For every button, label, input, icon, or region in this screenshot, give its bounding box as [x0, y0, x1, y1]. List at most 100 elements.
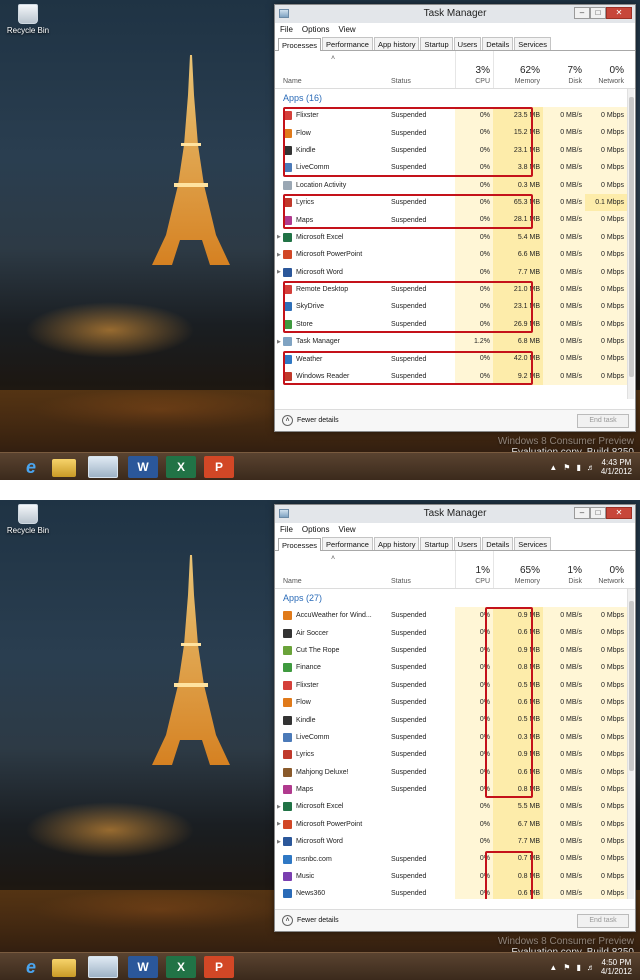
menu-options[interactable]: Options	[302, 23, 330, 37]
fewer-details-button[interactable]: ˄ Fewer details	[282, 915, 339, 926]
process-row[interactable]: ▶ Microsoft Excel 0% 5.4 MB 0 MB/s 0 Mbps	[275, 228, 635, 247]
word-icon[interactable]: W	[128, 456, 158, 478]
process-row[interactable]: ▶ Task Manager 1.2% 6.8 MB 0 MB/s 0 Mbps	[275, 333, 635, 351]
header-net[interactable]: 0% Network	[585, 551, 627, 588]
clock[interactable]: 4:43 PM 4/1/2012	[601, 458, 632, 476]
expand-arrow-icon[interactable]: ▶	[277, 339, 281, 345]
expand-arrow-icon[interactable]: ▶	[277, 234, 281, 240]
process-row[interactable]: Location Activity 0% 0.3 MB 0 MB/s 0 Mbps	[275, 176, 635, 194]
recycle-bin-icon[interactable]: Recycle Bin	[6, 504, 50, 535]
header-cpu[interactable]: 3% CPU	[455, 51, 493, 88]
process-row[interactable]: SkyDrive Suspended 0% 23.1 MB 0 MB/s 0 Mbps	[275, 298, 635, 316]
tab-startup[interactable]: Startup	[420, 37, 453, 50]
tab-users[interactable]: Users	[453, 537, 482, 550]
network-icon[interactable]: ▮	[576, 463, 580, 472]
vertical-scrollbar[interactable]	[627, 589, 634, 899]
tab-startup[interactable]: Startup	[420, 537, 453, 550]
apps-group-header[interactable]: Apps (16)	[275, 89, 635, 107]
process-row[interactable]: Flixster Suspended 0% 0.5 MB 0 MB/s 0 Mbps	[275, 676, 635, 694]
process-row[interactable]: AccuWeather for Wind... Suspended 0% 0.9 MB…	[275, 607, 635, 625]
tab-app-history[interactable]: App history	[373, 37, 420, 50]
show-hidden-icons-icon[interactable]: ▲	[549, 963, 557, 972]
process-row[interactable]: Flixster Suspended 0% 23.5 MB 0 MB/s 0 Mbps	[275, 107, 635, 125]
menu-view[interactable]: View	[338, 523, 355, 537]
tab-services[interactable]: Services	[514, 537, 551, 550]
flag-icon[interactable]: ⚑	[563, 963, 570, 972]
menu-file[interactable]: File	[280, 523, 293, 537]
tab-details[interactable]: Details	[482, 37, 514, 50]
header-status[interactable]: Status	[391, 51, 455, 88]
tab-processes[interactable]: Processes	[278, 38, 322, 51]
end-task-button[interactable]: End task	[577, 414, 629, 428]
header-mem[interactable]: 65% Memory	[493, 551, 543, 588]
process-row[interactable]: LiveComm Suspended 0% 0.3 MB 0 MB/s 0 Mbps	[275, 728, 635, 747]
process-row[interactable]: Kindle Suspended 0% 0.5 MB 0 MB/s 0 Mbps	[275, 711, 635, 729]
header-disk[interactable]: 7% Disk	[543, 51, 585, 88]
internet-explorer-icon[interactable]: e	[16, 956, 46, 978]
process-row[interactable]: ▶ Microsoft Word 0% 7.7 MB 0 MB/s 0 Mbps	[275, 833, 635, 851]
task-manager-taskbar-icon[interactable]	[88, 456, 118, 478]
process-row[interactable]: Maps Suspended 0% 0.8 MB 0 MB/s 0 Mbps	[275, 780, 635, 799]
tab-services[interactable]: Services	[514, 37, 551, 50]
process-row[interactable]: ▶ Microsoft Word 0% 7.7 MB 0 MB/s 0 Mbps	[275, 263, 635, 281]
header-disk[interactable]: 1% Disk	[543, 551, 585, 588]
process-row[interactable]: Finance Suspended 0% 0.8 MB 0 MB/s 0 Mbps	[275, 659, 635, 677]
tab-details[interactable]: Details	[482, 537, 514, 550]
menu-view[interactable]: View	[338, 23, 355, 37]
tab-performance[interactable]: Performance	[322, 537, 373, 550]
process-row[interactable]: Mahjong Deluxe! Suspended 0% 0.6 MB 0 MB/s 0 …	[275, 763, 635, 781]
expand-arrow-icon[interactable]: ▶	[277, 821, 281, 827]
process-row[interactable]: Flow Suspended 0% 15.2 MB 0 MB/s 0 Mbps	[275, 124, 635, 142]
process-row[interactable]: msnbc.com Suspended 0% 0.7 MB 0 MB/s 0 Mbps	[275, 850, 635, 868]
maximize-button[interactable]: □	[590, 7, 606, 19]
expand-arrow-icon[interactable]: ▶	[277, 252, 281, 258]
file-explorer-icon[interactable]	[52, 459, 76, 477]
vertical-scrollbar[interactable]	[627, 89, 634, 399]
process-row[interactable]: ▶ Microsoft Excel 0% 5.5 MB 0 MB/s 0 Mbps	[275, 798, 635, 816]
expand-arrow-icon[interactable]: ▶	[277, 839, 281, 845]
network-icon[interactable]: ▮	[576, 963, 580, 972]
powerpoint-icon[interactable]: P	[204, 956, 234, 978]
process-row[interactable]: Music Suspended 0% 0.8 MB 0 MB/s 0 Mbps	[275, 867, 635, 886]
process-row[interactable]: Maps Suspended 0% 28.1 MB 0 MB/s 0 Mbps	[275, 211, 635, 229]
clock[interactable]: 4:50 PM 4/1/2012	[601, 958, 632, 976]
recycle-bin-icon[interactable]: Recycle Bin	[6, 4, 50, 35]
show-hidden-icons-icon[interactable]: ▲	[549, 463, 557, 472]
task-manager-taskbar-icon[interactable]	[88, 956, 118, 978]
flag-icon[interactable]: ⚑	[563, 463, 570, 472]
title-bar[interactable]: Task Manager – □ ✕	[275, 5, 635, 23]
menu-file[interactable]: File	[280, 23, 293, 37]
process-row[interactable]: Weather Suspended 0% 42.0 MB 0 MB/s 0 Mbps	[275, 350, 635, 368]
volume-icon[interactable]: ♬	[587, 963, 595, 972]
end-task-button[interactable]: End task	[577, 914, 629, 928]
expand-arrow-icon[interactable]: ▶	[277, 269, 281, 275]
excel-icon[interactable]: X	[166, 456, 196, 478]
tab-app-history[interactable]: App history	[373, 537, 420, 550]
tab-users[interactable]: Users	[453, 37, 482, 50]
process-row[interactable]: Lyrics Suspended 0% 0.9 MB 0 MB/s 0 Mbps	[275, 746, 635, 764]
apps-group-header[interactable]: Apps (27)	[275, 589, 635, 607]
volume-icon[interactable]: ♬	[587, 463, 595, 472]
header-cpu[interactable]: 1% CPU	[455, 551, 493, 588]
minimize-button[interactable]: –	[574, 7, 590, 19]
process-row[interactable]: Air Soccer Suspended 0% 0.6 MB 0 MB/s 0 Mbps	[275, 624, 635, 642]
menu-options[interactable]: Options	[302, 523, 330, 537]
title-bar[interactable]: Task Manager – □ ✕	[275, 505, 635, 523]
scrollbar-thumb[interactable]	[629, 601, 634, 771]
process-row[interactable]: News360 Suspended 0% 0.6 MB 0 MB/s 0 Mbps	[275, 885, 635, 899]
process-row[interactable]: Lyrics Suspended 0% 65.3 MB 0 MB/s 0.1 Mbps	[275, 193, 635, 212]
process-row[interactable]: Windows Reader Suspended 0% 9.2 MB 0 MB/s 0 M…	[275, 367, 635, 386]
word-icon[interactable]: W	[128, 956, 158, 978]
header-mem[interactable]: 62% Memory	[493, 51, 543, 88]
process-row[interactable]: Remote Desktop Suspended 0% 21.0 MB 0 MB/s 0 …	[275, 280, 635, 299]
process-row[interactable]: Store Suspended 0% 26.9 MB 0 MB/s 0 Mbps	[275, 315, 635, 334]
fewer-details-button[interactable]: ˄ Fewer details	[282, 415, 339, 426]
scrollbar-thumb[interactable]	[629, 97, 634, 377]
powerpoint-icon[interactable]: P	[204, 456, 234, 478]
header-status[interactable]: Status	[391, 551, 455, 588]
process-row[interactable]: ▶ Microsoft PowerPoint 0% 6.7 MB 0 MB/s 0 Mbp…	[275, 815, 635, 834]
maximize-button[interactable]: □	[590, 507, 606, 519]
tab-performance[interactable]: Performance	[322, 37, 373, 50]
process-row[interactable]: Kindle Suspended 0% 23.1 MB 0 MB/s 0 Mbps	[275, 141, 635, 160]
process-row[interactable]: LiveComm Suspended 0% 3.8 MB 0 MB/s 0 Mbps	[275, 159, 635, 177]
